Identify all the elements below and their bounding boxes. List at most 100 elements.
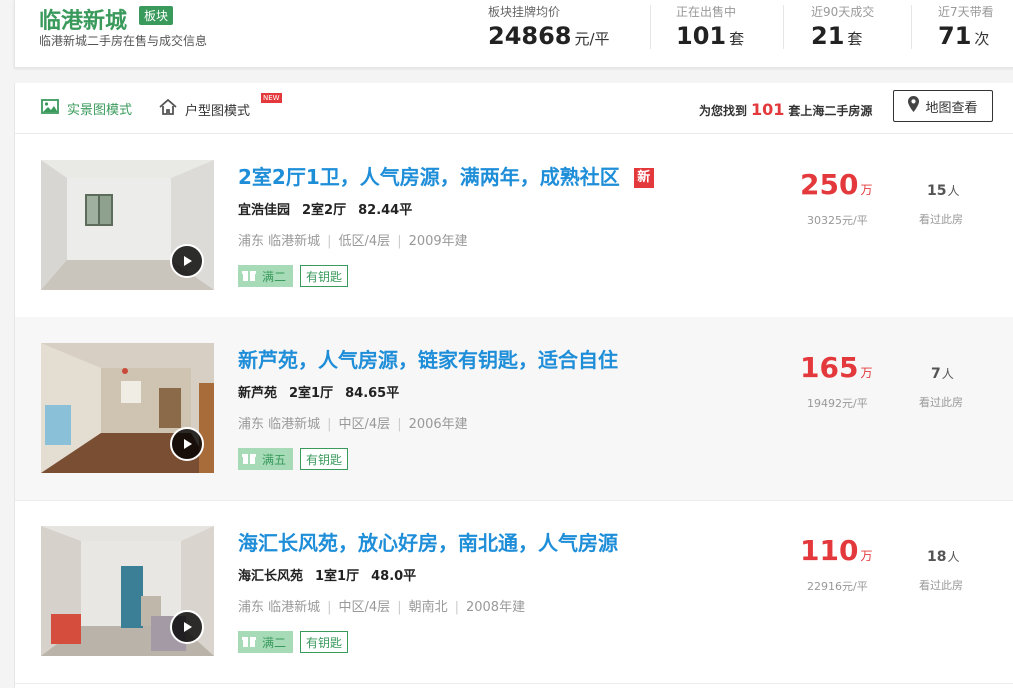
new-listing-badge: 新 <box>633 168 654 188</box>
has-key-tag: 有钥匙 <box>300 448 349 470</box>
community-name[interactable]: 新芦苑 <box>238 386 277 401</box>
play-icon[interactable] <box>170 244 204 278</box>
floor-text: 低区/4层 <box>338 234 391 249</box>
stat-value: 24868 <box>488 22 572 50</box>
stat-on-sale: 正在出售中 101 套 <box>676 3 744 50</box>
stat-sold-90d: 近90天成交 21 套 <box>811 3 874 50</box>
stat-label: 板块挂牌均价 <box>488 5 561 19</box>
result-number: 101 <box>751 100 785 119</box>
listing-tags: 满五 有钥匙 <box>238 448 349 470</box>
unit-price: 19492元/平 <box>807 397 868 410</box>
stat-label: 近90天成交 <box>811 5 875 19</box>
stat-divider <box>911 5 912 49</box>
photo-mode-tab[interactable]: 实景图模式 <box>41 99 132 118</box>
years-tag: 满二 <box>238 265 294 287</box>
room-layout: 1室1厅 <box>315 569 360 584</box>
listing-item[interactable]: 2室2厅1卫，人气房源，满两年，成熟社区新 宜浩佳园 2室2厅 82.44平 浦东 … <box>15 134 1013 318</box>
build-year-text: 2006年建 <box>408 417 468 432</box>
map-pin-icon <box>908 96 920 116</box>
viewed-count: 18人 <box>927 549 960 565</box>
room-layout: 2室1厅 <box>289 386 334 401</box>
listing-panel: 实景图模式 户型图模式 NEW 为您找到 101 套上海二手房源 地图查看 2室… <box>14 83 1013 688</box>
play-icon[interactable] <box>170 427 204 461</box>
has-key-tag: 有钥匙 <box>300 265 349 287</box>
district-text: 浦东 临港新城 <box>238 417 321 432</box>
listing-meta: 宜浩佳园 2室2厅 82.44平 <box>238 199 424 218</box>
years-tag: 满二 <box>238 631 294 653</box>
district-text: 浦东 临港新城 <box>238 600 321 615</box>
listing-photo[interactable] <box>41 160 214 290</box>
listing-location: 浦东 临港新城 | 中区/4层 | 2006年建 <box>238 417 468 432</box>
district-subtitle: 临港新城二手房在售与成交信息 <box>39 34 208 48</box>
listing-location: 浦东 临港新城 | 中区/4层 | 朝南北 | 2008年建 <box>238 600 526 615</box>
stat-label: 正在出售中 <box>676 5 737 19</box>
stat-avg-price: 板块挂牌均价 24868 元/平 <box>488 3 610 50</box>
listing-photo[interactable] <box>41 343 214 473</box>
listing-item[interactable]: 新芦苑，人气房源，链家有钥匙，适合自住 新芦苑 2室1厅 84.65平 浦东 临港新… <box>15 317 1013 501</box>
room-layout: 2室2厅 <box>302 203 347 218</box>
viewed-count: 15人 <box>927 183 960 199</box>
floorplan-mode-label: 户型图模式 <box>185 103 251 119</box>
stat-value: 71 <box>938 22 972 50</box>
photo-mode-label: 实景图模式 <box>67 103 133 118</box>
years-tag: 满五 <box>238 448 294 470</box>
unit-price: 22916元/平 <box>807 580 868 593</box>
gift-icon <box>242 268 256 285</box>
result-suffix: 套上海二手房源 <box>788 104 873 118</box>
total-price: 110 万 <box>800 534 873 567</box>
stat-value: 21 <box>811 22 845 50</box>
map-view-label: 地图查看 <box>925 100 978 116</box>
listing-item[interactable]: 海汇长风苑，放心好房，南北通，人气房源 海汇长风苑 1室1厅 48.0平 浦东 临港… <box>15 500 1013 684</box>
new-tag: NEW <box>261 93 282 103</box>
district-header: 临港新城 板块 临港新城二手房在售与成交信息 板块挂牌均价 24868 元/平 正… <box>14 0 1013 68</box>
listing-title[interactable]: 新芦苑，人气房源，链家有钥匙，适合自住 <box>238 344 618 373</box>
listing-meta: 新芦苑 2室1厅 84.65平 <box>238 382 411 401</box>
stat-label: 近7天带看 <box>938 5 994 19</box>
home-icon <box>159 98 177 119</box>
listing-tags: 满二 有钥匙 <box>238 631 349 653</box>
listing-title[interactable]: 海汇长风苑，放心好房，南北通，人气房源 <box>238 527 618 556</box>
result-prefix: 为您找到 <box>699 104 748 118</box>
floor-text: 中区/4层 <box>338 417 391 432</box>
stat-unit: 套 <box>847 30 863 48</box>
stat-unit: 次 <box>974 30 990 48</box>
district-text: 浦东 临港新城 <box>238 234 321 249</box>
stat-unit: 套 <box>729 30 745 48</box>
build-year-text: 2008年建 <box>465 600 526 615</box>
listing-photo[interactable] <box>41 526 214 656</box>
community-name[interactable]: 海汇长风苑 <box>238 569 303 584</box>
stat-viewings-7d: 近7天带看 71 次 <box>938 3 994 50</box>
list-toolbar: 实景图模式 户型图模式 NEW 为您找到 101 套上海二手房源 地图查看 <box>15 83 1013 134</box>
result-count: 为您找到 101 套上海二手房源 <box>699 100 872 119</box>
listing-tags: 满二 有钥匙 <box>238 265 349 287</box>
stat-unit: 元/平 <box>574 30 610 48</box>
listing-title[interactable]: 2室2厅1卫，人气房源，满两年，成熟社区新 <box>238 161 654 190</box>
unit-price: 30325元/平 <box>807 214 868 227</box>
listing-location: 浦东 临港新城 | 低区/4层 | 2009年建 <box>238 234 468 249</box>
total-price: 250 万 <box>800 168 873 201</box>
has-key-tag: 有钥匙 <box>300 631 349 653</box>
map-view-button[interactable]: 地图查看 <box>893 90 993 122</box>
floorplan-mode-tab[interactable]: 户型图模式 <box>159 98 251 119</box>
gift-icon <box>242 634 256 651</box>
gift-icon <box>242 451 256 468</box>
viewed-count: 7人 <box>931 366 954 382</box>
district-name: 临港新城 <box>39 9 128 34</box>
floor-text: 中区/4层 <box>338 600 391 615</box>
play-icon[interactable] <box>170 610 204 644</box>
stat-value: 101 <box>676 22 727 50</box>
floor-area: 82.44平 <box>358 203 413 218</box>
listing-meta: 海汇长风苑 1室1厅 48.0平 <box>238 565 428 584</box>
viewed-label: 看过此房 <box>919 579 963 592</box>
community-name[interactable]: 宜浩佳园 <box>238 203 290 218</box>
stat-divider <box>783 5 784 49</box>
floor-area: 84.65平 <box>345 386 400 401</box>
stat-divider <box>650 5 651 49</box>
total-price: 165 万 <box>800 351 873 384</box>
district-badge: 板块 <box>139 6 174 25</box>
build-year-text: 2009年建 <box>408 234 468 249</box>
viewed-label: 看过此房 <box>919 213 963 226</box>
image-icon <box>41 99 59 118</box>
viewed-label: 看过此房 <box>919 396 963 409</box>
floor-area: 48.0平 <box>371 569 417 584</box>
